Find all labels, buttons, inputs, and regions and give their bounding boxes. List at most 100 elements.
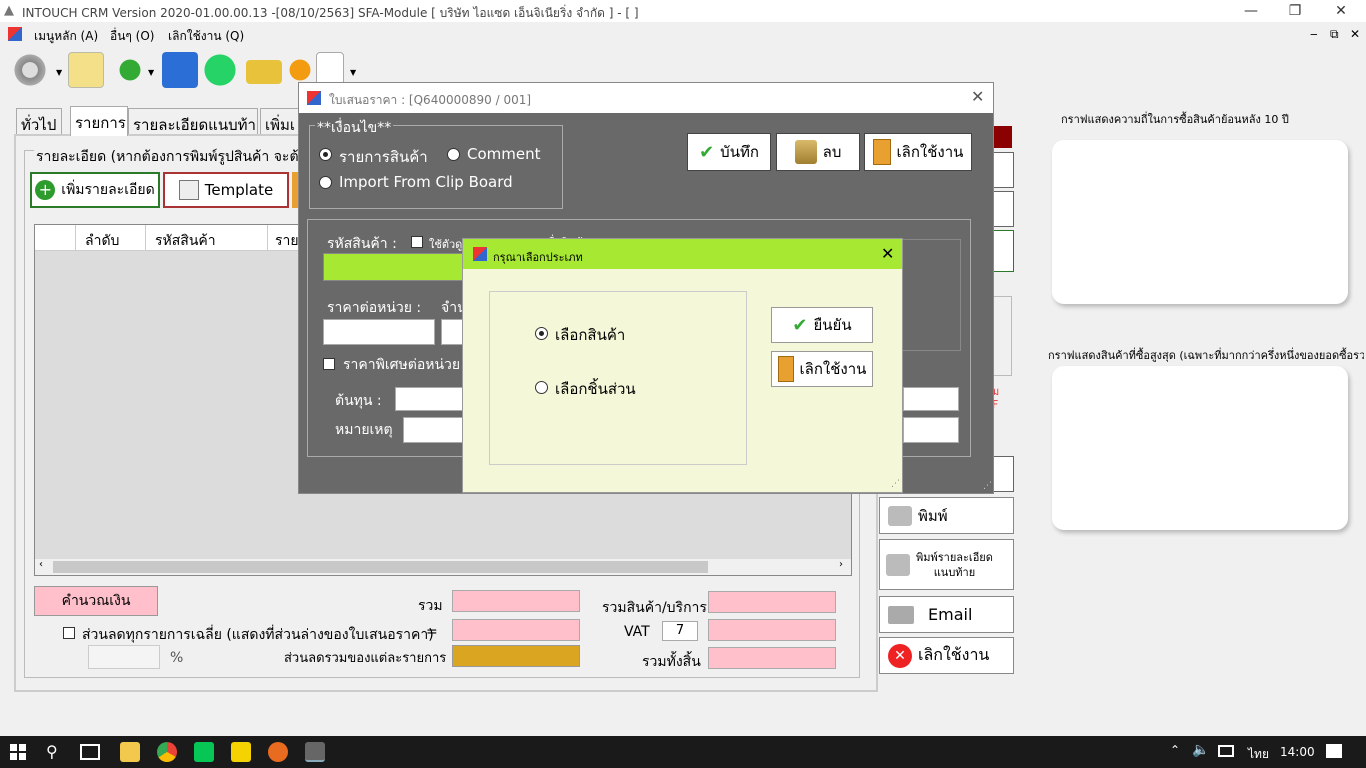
side-button-edge-1[interactable] (992, 152, 1014, 188)
opt-item-label: รายการสินค้า (339, 148, 428, 166)
add-detail-button[interactable]: + เพิ่มรายละเอียด (30, 172, 160, 208)
save-button[interactable]: ✔ บันทึก (687, 133, 771, 171)
network-icon[interactable] (1218, 745, 1234, 757)
dialog-app-icon (307, 91, 321, 105)
task-view-icon[interactable] (80, 744, 100, 760)
tab-attachment-detail[interactable]: รายละเอียดแนบท้าย (128, 108, 258, 134)
calculate-button[interactable]: คำนวณเงิน (34, 586, 158, 616)
clock[interactable]: 14:00 (1280, 745, 1315, 759)
unit-price-field[interactable] (323, 319, 435, 345)
special-price-checkbox[interactable] (323, 356, 335, 372)
side-button-edge-4[interactable] (992, 456, 1014, 492)
cost-field[interactable] (395, 387, 465, 411)
envelope-icon[interactable] (246, 60, 282, 84)
side-button-edge-2[interactable] (992, 191, 1014, 227)
avg-discount-checkbox[interactable] (63, 625, 75, 641)
orange-app-icon[interactable] (268, 742, 288, 762)
template-button[interactable]: Template (163, 172, 289, 208)
email-button[interactable]: Email (879, 596, 1014, 633)
print-label: พิมพ์ (918, 506, 948, 525)
column-header-code[interactable]: รหัสสินค้า (155, 230, 216, 252)
choose-type-dialog-header: กรุณาเลือกประเภท ✕ (463, 239, 902, 269)
use-label: ใช้ตัวดู (429, 238, 463, 251)
side-button-edge-3[interactable] (992, 230, 1014, 272)
close-button[interactable]: ✕ (1318, 0, 1364, 22)
menu-quit[interactable]: เลิกใช้งาน (Q) (168, 27, 244, 46)
settings-dropdown-icon[interactable]: ▼ (56, 68, 62, 77)
mdi-restore-button[interactable]: ⧉ (1330, 27, 1339, 42)
chart-monitor-icon[interactable] (162, 52, 198, 88)
product-code-label: รหัสสินค้า : (327, 236, 397, 252)
grand-total-field[interactable] (708, 647, 836, 669)
chrome-icon[interactable] (157, 742, 177, 762)
language-indicator[interactable]: ไทย (1248, 745, 1269, 764)
resize-grip-icon[interactable]: ⋰ (983, 481, 992, 491)
tab-items[interactable]: รายการ (70, 106, 128, 136)
choose-type-dialog-close-icon[interactable]: ✕ (881, 244, 894, 263)
maximize-button[interactable]: ❐ (1272, 0, 1318, 22)
cost-field-right[interactable] (903, 387, 959, 411)
plus-icon: + (35, 180, 56, 200)
vat-amount-field[interactable] (708, 619, 836, 641)
choose-cancel-label: เลิกใช้งาน (799, 360, 867, 378)
tab-more[interactable]: เพิ่มเ (260, 108, 300, 134)
goods-total-field[interactable] (708, 591, 836, 613)
horizontal-scrollbar[interactable]: ‹ › (35, 559, 851, 575)
choose-cancel-button[interactable]: เลิกใช้งาน (771, 351, 873, 387)
report-dropdown-icon[interactable]: ▼ (350, 68, 356, 77)
use-checkbox[interactable] (411, 234, 423, 250)
side-quit-button[interactable]: ✕ เลิกใช้งาน (879, 637, 1014, 674)
confirm-button[interactable]: ✔ ยืนยัน (771, 307, 873, 343)
notification-icon[interactable] (1326, 744, 1342, 758)
vat-field[interactable]: 7 (662, 621, 698, 641)
item-discount-field[interactable] (452, 645, 580, 667)
dialog-cancel-label: เลิกใช้งาน (896, 143, 964, 161)
opt-part-radio[interactable] (535, 379, 548, 395)
product-code-field[interactable] (323, 253, 463, 281)
quotation-dialog-close-icon[interactable]: ✕ (971, 87, 984, 106)
minimize-button[interactable]: — (1228, 0, 1274, 22)
tab-general[interactable]: ทั่วไป (16, 108, 62, 134)
note-field[interactable] (403, 417, 465, 443)
dialog-cancel-button[interactable]: เลิกใช้งาน (864, 133, 972, 171)
column-header-seq[interactable]: ลำดับ (85, 230, 119, 252)
opt-item-radio[interactable] (319, 146, 332, 162)
money-bag-icon[interactable] (112, 52, 148, 88)
tray-chevron-icon[interactable]: ⌃ (1170, 743, 1180, 757)
scroll-right-icon[interactable]: › (839, 559, 843, 570)
mdi-minimize-button[interactable]: ‒ (1310, 27, 1318, 41)
opt-comment-radio[interactable] (447, 146, 460, 162)
mdi-close-button[interactable]: ✕ (1350, 27, 1360, 41)
file-explorer-icon[interactable] (120, 742, 140, 762)
search-icon[interactable]: ⚲ (46, 742, 58, 761)
scroll-left-icon[interactable]: ‹ (39, 559, 43, 570)
note-label: หมายเหตุ (335, 422, 393, 438)
money-dropdown-icon[interactable]: ▼ (148, 68, 154, 77)
total-field[interactable] (452, 590, 580, 612)
delete-button[interactable]: ลบ (776, 133, 860, 171)
menu-other[interactable]: อื่นๆ (O) (110, 27, 154, 46)
line-app-icon[interactable] (194, 742, 214, 762)
resize-grip-icon[interactable]: ⋰ (891, 479, 900, 489)
discount-percent-field[interactable] (88, 645, 160, 669)
intouch-crm-task-icon[interactable] (305, 742, 325, 762)
menu-main[interactable]: เมนูหลัก (A) (34, 27, 98, 46)
whatsapp-icon[interactable] (202, 52, 238, 88)
scrollbar-thumb[interactable] (53, 561, 708, 573)
sales-document-icon[interactable] (68, 52, 104, 88)
opt-product-radio[interactable] (535, 325, 548, 341)
print-detail-button[interactable]: พิมพ์รายละเอียด แนบท้าย (879, 539, 1014, 590)
close-circle-icon: ✕ (888, 643, 912, 668)
menubar: เมนูหลัก (A) อื่นๆ (O) เลิกใช้งาน (Q) ‒ … (0, 22, 1366, 46)
f-app-icon[interactable] (231, 742, 251, 762)
windows-start-icon[interactable] (10, 744, 26, 760)
side-button-red-edge[interactable] (992, 126, 1012, 148)
qty-field[interactable] (441, 319, 463, 345)
note-field-right[interactable] (903, 417, 959, 443)
avg-discount-field[interactable] (452, 619, 580, 641)
print-button[interactable]: พิมพ์ (879, 497, 1014, 534)
volume-icon[interactable]: 🔈 (1192, 742, 1209, 758)
column-divider (267, 225, 268, 251)
settings-gear-icon[interactable] (12, 52, 48, 88)
opt-import-radio[interactable] (319, 174, 332, 190)
